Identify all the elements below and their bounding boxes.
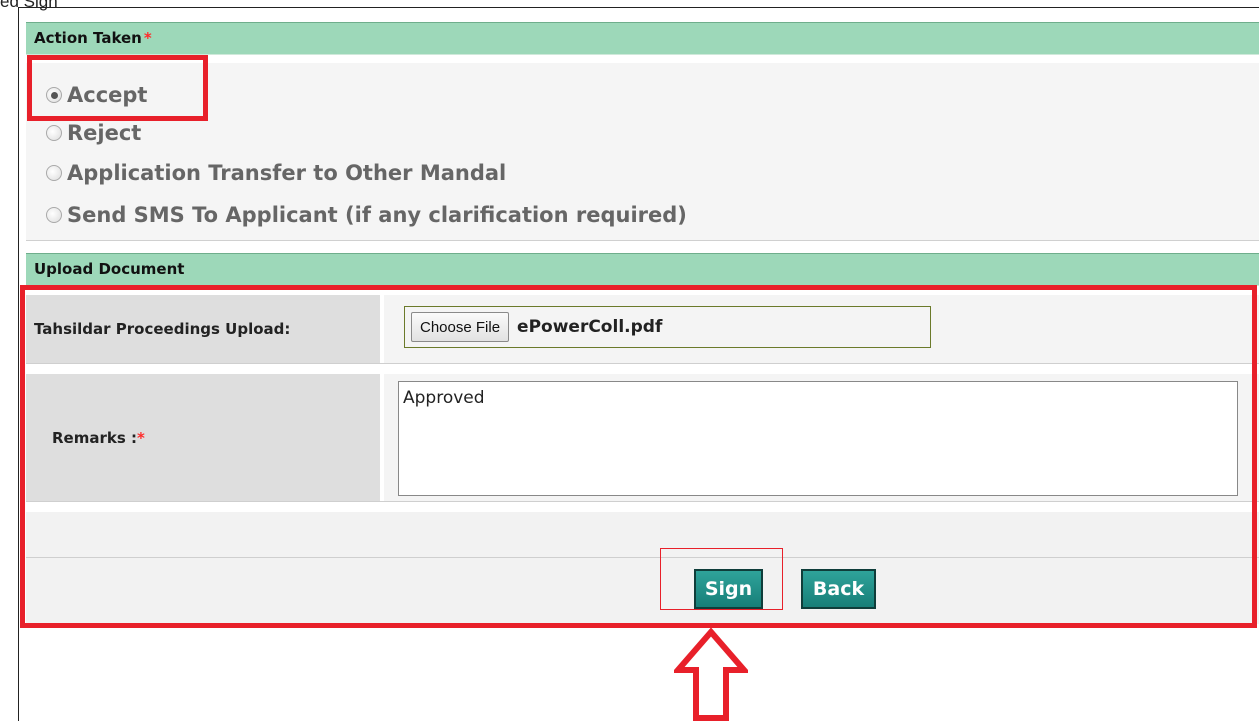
radio-transfer[interactable] <box>46 165 62 181</box>
radio-accept[interactable] <box>46 87 62 103</box>
upload-value-cell: Choose File ePowerColl.pdf <box>384 295 1259 363</box>
option-reject-label: Reject <box>67 121 142 145</box>
button-row <box>26 558 1259 624</box>
action-taken-title: Action Taken <box>34 29 142 47</box>
option-send-sms-label: Send SMS To Applicant (if any clarificat… <box>67 203 687 227</box>
radio-send-sms[interactable] <box>46 207 62 223</box>
selected-file-name: ePowerColl.pdf <box>517 317 663 337</box>
choose-file-button[interactable]: Choose File <box>411 312 510 342</box>
remarks-required-marker: * <box>137 428 145 447</box>
option-transfer[interactable]: Application Transfer to Other Mandal <box>46 157 506 189</box>
sign-button[interactable]: Sign <box>694 569 763 609</box>
option-send-sms[interactable]: Send SMS To Applicant (if any clarificat… <box>46 199 687 231</box>
back-button[interactable]: Back <box>801 569 876 609</box>
radio-reject[interactable] <box>46 125 62 141</box>
upload-document-title: Upload Document <box>34 260 185 278</box>
option-reject[interactable]: Reject <box>46 117 141 149</box>
action-options-panel: Accept Reject Application Transfer to Ot… <box>26 63 1259 241</box>
option-transfer-label: Application Transfer to Other Mandal <box>67 161 507 185</box>
option-accept-label: Accept <box>67 83 148 107</box>
action-taken-header: Action Taken * <box>26 22 1259 55</box>
file-input[interactable]: Choose File ePowerColl.pdf <box>404 306 931 348</box>
upload-document-header: Upload Document <box>26 253 1259 286</box>
required-marker: * <box>143 29 152 47</box>
up-arrow-icon <box>674 628 748 721</box>
remarks-label-cell: Remarks : * <box>26 374 382 501</box>
remarks-row: Remarks : * Approved <box>26 374 1259 502</box>
upload-label: Tahsildar Proceedings Upload: <box>26 295 382 363</box>
remarks-textarea[interactable]: Approved <box>398 381 1238 496</box>
remarks-label: Remarks : <box>52 428 137 447</box>
spacer-row <box>26 512 1259 558</box>
remarks-value-cell: Approved <box>384 374 1259 501</box>
option-accept[interactable]: Accept <box>46 79 147 111</box>
upload-row: Tahsildar Proceedings Upload: Choose Fil… <box>26 295 1259 364</box>
